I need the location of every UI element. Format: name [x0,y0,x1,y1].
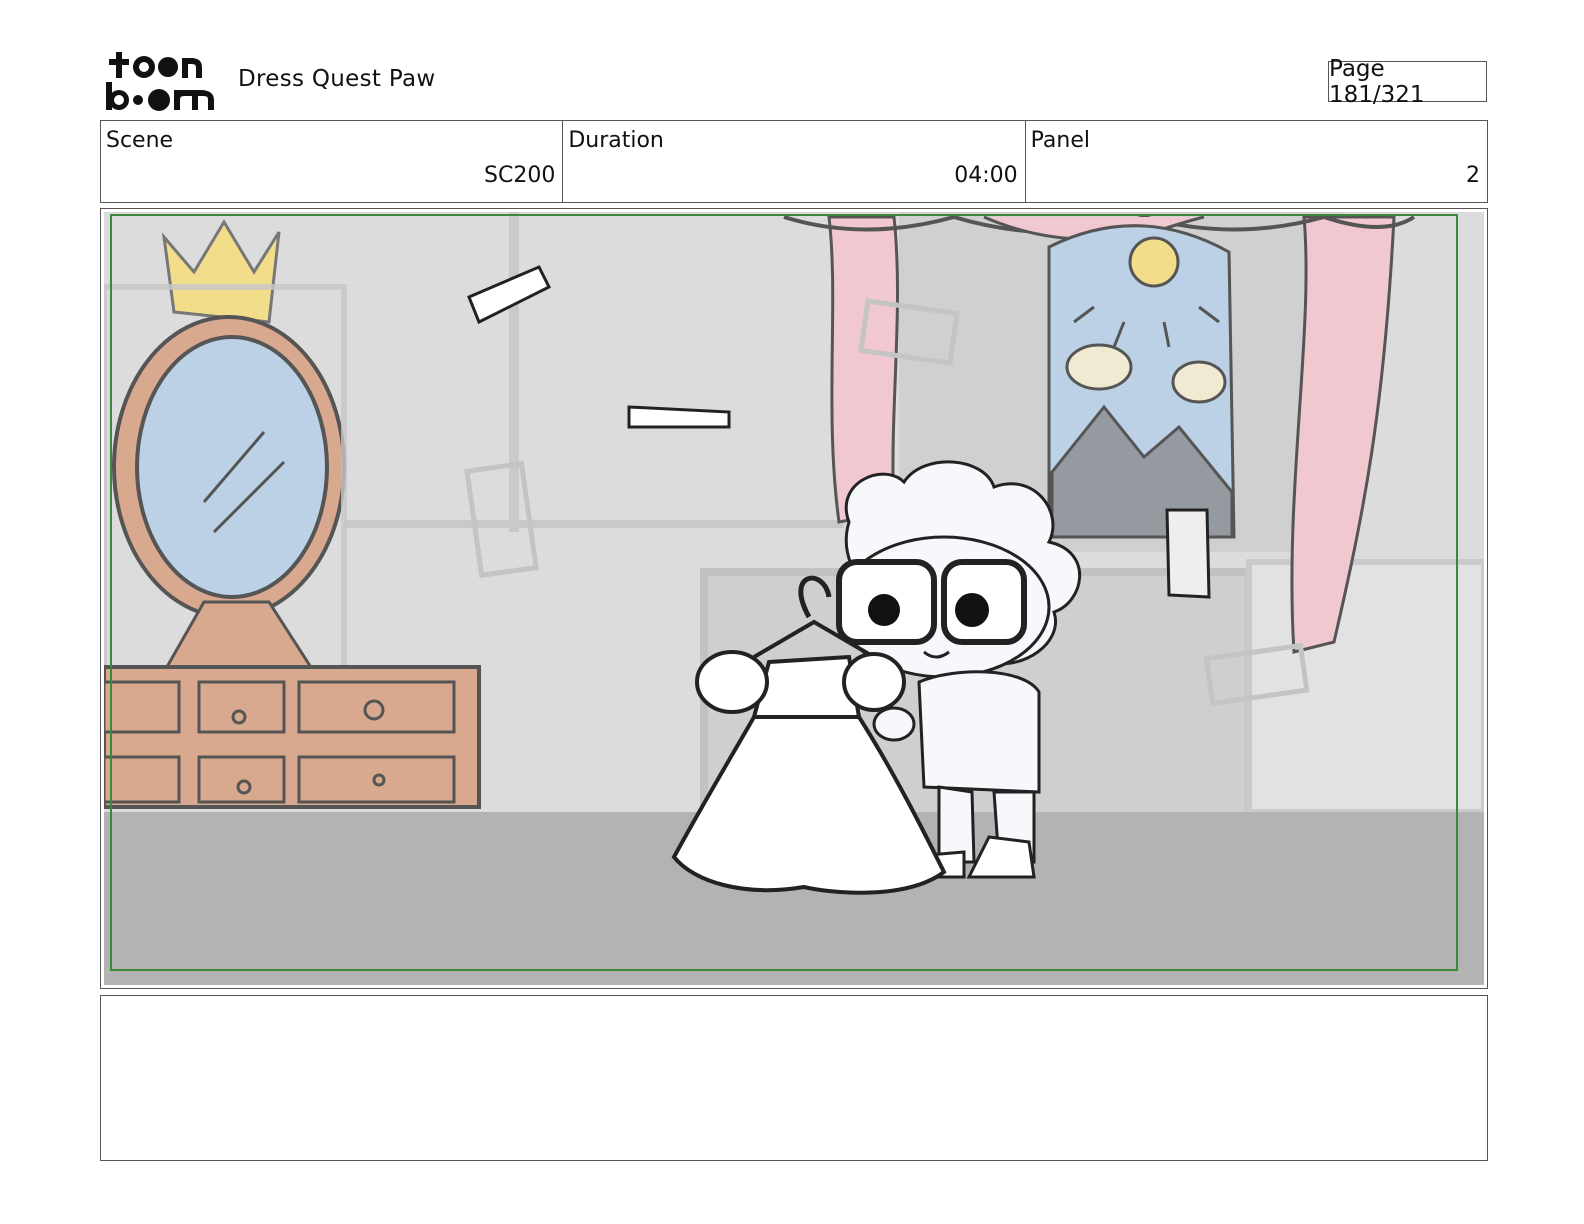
toon-boom-logo [106,52,214,111]
caption-box [100,995,1488,1161]
tape-piece [1165,508,1211,599]
panel-cell: Panel 2 [1026,121,1487,202]
storyboard-drawing [104,212,1484,985]
duration-cell: Duration 04:00 [563,121,1026,202]
sun [1128,236,1180,288]
scene-value: SC200 [484,163,556,188]
character-body [917,670,1041,794]
storyboard-panel-frame [100,208,1488,989]
scene-label: Scene [106,128,174,153]
page-indicator: Page 181/321 [1328,56,1487,108]
duration-value: 04:00 [954,163,1018,188]
panel-value: 2 [1465,163,1480,188]
scene-cell: Scene SC200 [101,121,564,202]
duration-label: Duration [568,128,664,153]
mirror-glass [135,335,329,599]
caption-text [101,996,1487,1012]
tape-strip-center [627,405,731,429]
project-title: Dress Quest Paw [238,66,436,92]
cloud [1065,343,1133,391]
panel-info-table: Scene SC200 Duration 04:00 Panel 2 [100,120,1488,203]
panel-label: Panel [1030,128,1091,153]
